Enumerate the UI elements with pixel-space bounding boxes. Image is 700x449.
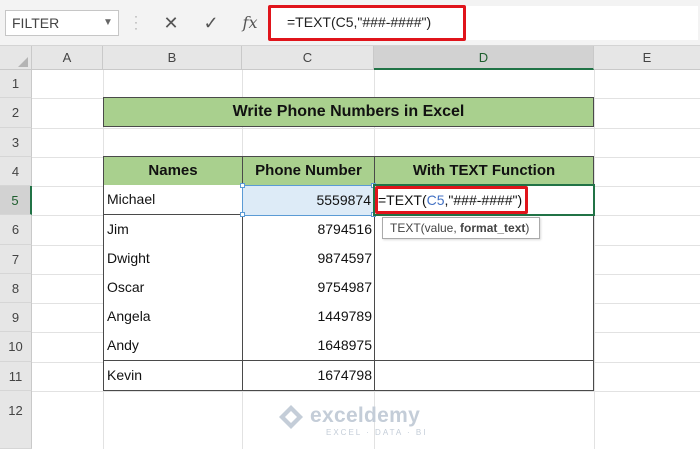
enter-icon[interactable]: ✓ [196, 10, 226, 36]
column-header-e[interactable]: E [594, 46, 700, 70]
range-handle[interactable] [240, 183, 245, 188]
phone-cell[interactable]: 9874597 [242, 244, 375, 274]
phone-cell[interactable]: 8794516 [242, 215, 375, 245]
select-all-triangle-icon [18, 57, 28, 67]
name-cell[interactable]: Jim [103, 215, 243, 245]
result-cell[interactable] [374, 361, 594, 391]
exceldemy-logo-icon [279, 405, 303, 429]
result-cell[interactable] [374, 244, 594, 274]
row-header-7[interactable]: 7 [0, 245, 32, 274]
name-cell[interactable]: Michael [103, 185, 243, 215]
column-header-a[interactable]: A [32, 46, 103, 70]
header-names[interactable]: Names [103, 156, 243, 186]
result-cell[interactable] [374, 273, 594, 303]
phone-cell[interactable]: 1674798 [242, 361, 375, 391]
watermark-tagline: EXCEL · DATA · BI [326, 428, 428, 437]
cell-highlight-box [375, 186, 528, 214]
column-header-b[interactable]: B [103, 46, 242, 70]
result-cell[interactable] [374, 302, 594, 332]
name-cell[interactable]: Angela [103, 302, 243, 332]
insert-function-icon[interactable]: fx [235, 10, 265, 36]
header-with-text-function[interactable]: With TEXT Function [374, 156, 594, 186]
row-header-10[interactable]: 10 [0, 332, 32, 362]
table-title[interactable]: Write Phone Numbers in Excel [103, 97, 594, 127]
name-cell[interactable]: Andy [103, 331, 243, 361]
function-tooltip[interactable]: TEXT(value, format_text) [382, 217, 540, 239]
formula-highlight-box [268, 5, 466, 41]
name-cell[interactable]: Dwight [103, 244, 243, 274]
row-header-3[interactable]: 3 [0, 128, 32, 157]
watermark-name: exceldemy [310, 404, 421, 427]
row-header-8[interactable]: 8 [0, 274, 32, 303]
name-cell[interactable]: Oscar [103, 273, 243, 303]
name-cell[interactable]: Kevin [103, 361, 243, 391]
row-header-5[interactable]: 5 [0, 186, 32, 215]
row-header-1[interactable]: 1 [0, 70, 32, 98]
phone-cell[interactable]: 9754987 [242, 273, 375, 303]
row-header-11[interactable]: 11 [0, 362, 32, 391]
range-handle[interactable] [240, 212, 245, 217]
tooltip-function[interactable]: TEXT(value, [390, 221, 460, 235]
gridline [32, 391, 700, 392]
phone-cell[interactable]: 1449789 [242, 302, 375, 332]
tooltip-argument[interactable]: format_text [460, 221, 525, 235]
row-header-6[interactable]: 6 [0, 215, 32, 245]
cancel-icon[interactable]: ✕ [156, 10, 186, 36]
column-header-d[interactable]: D [374, 46, 594, 70]
row-header-12[interactable]: 12 [0, 391, 32, 449]
name-box-dropdown-icon[interactable]: ▼ [99, 13, 117, 33]
phone-cell[interactable]: 1648975 [242, 331, 375, 361]
phone-cell-referenced[interactable]: 5559874 [242, 185, 375, 216]
gridline [32, 128, 700, 129]
gridline [594, 70, 595, 449]
column-header-c[interactable]: C [242, 46, 374, 70]
tooltip-close: ) [525, 221, 530, 235]
header-phone-number[interactable]: Phone Number [242, 156, 375, 186]
separator-dots-icon: · · · [134, 9, 138, 35]
row-header-2[interactable]: 2 [0, 98, 32, 128]
row-header-4[interactable]: 4 [0, 157, 32, 186]
row-header-9[interactable]: 9 [0, 303, 32, 332]
result-cell[interactable] [374, 331, 594, 361]
